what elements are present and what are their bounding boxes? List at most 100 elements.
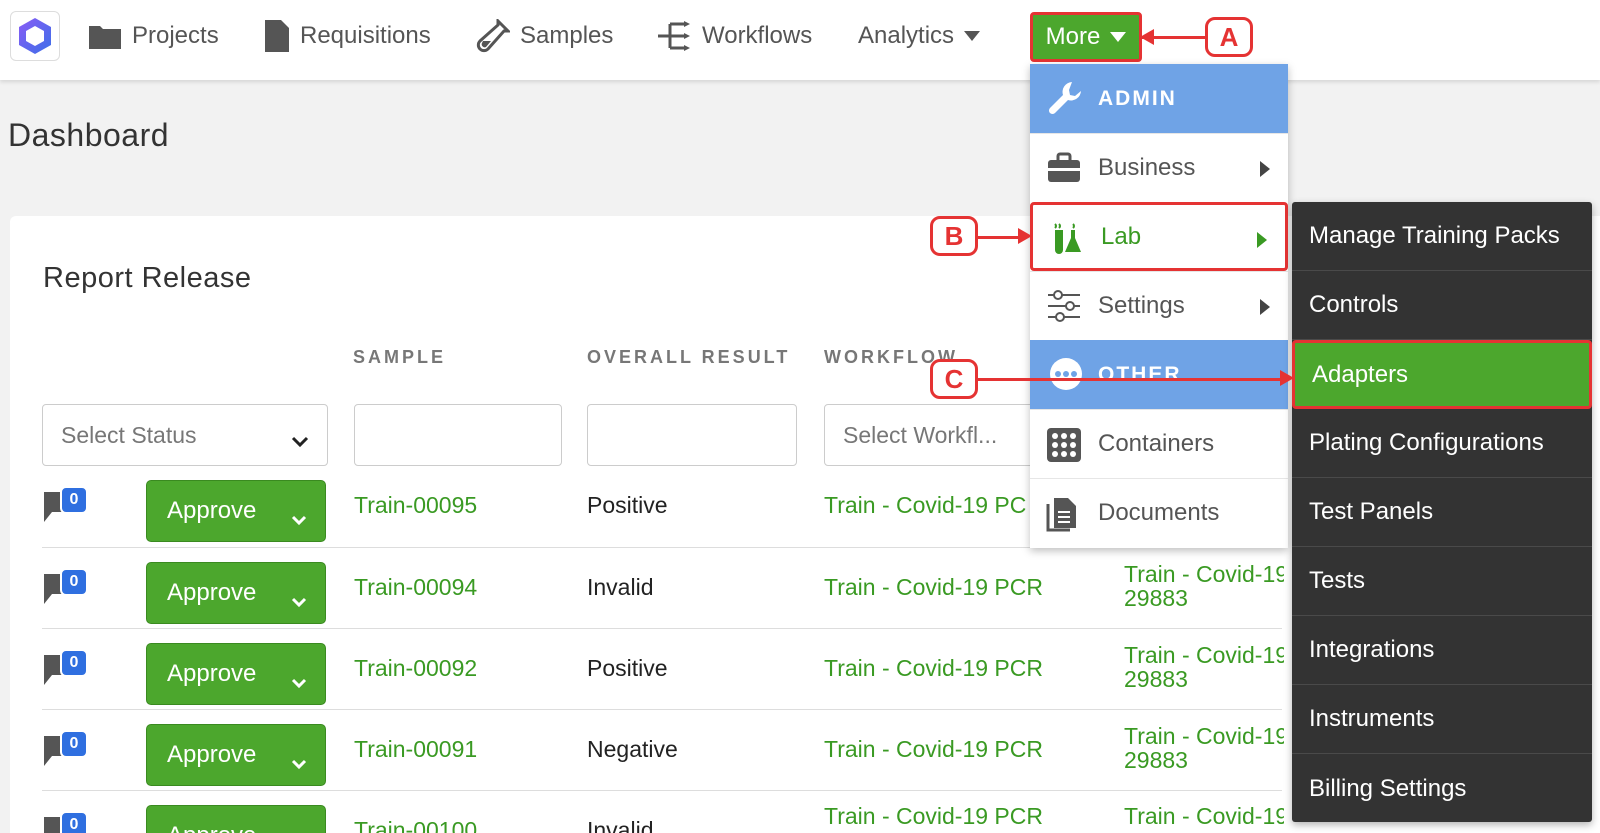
menu-item-settings[interactable]: Settings bbox=[1030, 271, 1288, 340]
documents-icon bbox=[1046, 496, 1078, 539]
callout-c-line bbox=[978, 378, 1288, 381]
callout-a: A bbox=[1205, 17, 1253, 57]
nav-samples[interactable]: Samples bbox=[476, 18, 613, 54]
overall-result: Positive bbox=[587, 655, 668, 681]
nav-projects-label: Projects bbox=[132, 22, 219, 49]
nav-projects[interactable]: Projects bbox=[88, 18, 219, 54]
chevron-down-icon bbox=[291, 587, 307, 615]
sample-link[interactable]: Train-00100 bbox=[354, 817, 477, 833]
status-filter-placeholder: Select Status bbox=[61, 421, 197, 448]
menu-item-documents[interactable]: Documents bbox=[1030, 478, 1288, 547]
sample-link[interactable]: Train-00091 bbox=[354, 736, 477, 763]
comment-count-badge: 0 bbox=[60, 730, 88, 758]
menu-item-business-label: Business bbox=[1098, 154, 1196, 181]
submenu-item-billing-settings[interactable]: Billing Settings bbox=[1292, 754, 1592, 823]
overall-result: Positive bbox=[587, 492, 668, 518]
comment-button[interactable]: 0 bbox=[42, 805, 92, 833]
sample-link[interactable]: Train-00092 bbox=[354, 655, 477, 682]
menu-item-containers-label: Containers bbox=[1098, 430, 1215, 457]
submenu-item-adapters[interactable]: Adapters bbox=[1292, 340, 1592, 409]
nav-requisitions[interactable]: Requisitions bbox=[264, 18, 431, 54]
sample-filter-input[interactable] bbox=[354, 404, 562, 466]
comment-button[interactable]: 0 bbox=[42, 643, 92, 691]
overall-result-filter-input[interactable] bbox=[587, 404, 797, 466]
overall-result: Negative bbox=[587, 736, 678, 762]
approve-label: Approve bbox=[167, 497, 257, 524]
approve-button[interactable]: Approve bbox=[146, 480, 326, 542]
comment-button[interactable]: 0 bbox=[42, 724, 92, 772]
menu-item-business[interactable]: Business bbox=[1030, 133, 1288, 202]
other-header-label: OTHER bbox=[1098, 362, 1182, 386]
menu-item-documents-label: Documents bbox=[1098, 499, 1220, 526]
table-row: 0 Approve Train-00100 Invalid Train - Co… bbox=[42, 790, 1284, 833]
project-link[interactable]: Train - Covid-19 29883 bbox=[1124, 643, 1284, 691]
approve-button[interactable]: Approve bbox=[146, 562, 326, 624]
workflow-icon bbox=[656, 19, 692, 53]
card-title: Report Release bbox=[43, 262, 252, 294]
workflow-link[interactable]: Train - Covid-19 PCR bbox=[824, 574, 1043, 601]
app-logo[interactable] bbox=[10, 11, 60, 61]
approve-button[interactable]: Approve bbox=[146, 805, 326, 833]
menu-item-containers[interactable]: Containers bbox=[1030, 409, 1288, 478]
submenu-item-tests[interactable]: Tests bbox=[1292, 547, 1592, 616]
wrench-icon bbox=[1048, 80, 1084, 122]
workflow-link[interactable]: Train - Covid-19 PCR bbox=[824, 803, 1043, 830]
admin-section-header: ADMIN bbox=[1030, 64, 1288, 133]
callout-b: B bbox=[930, 216, 978, 256]
project-name: Train - Covid-19 bbox=[1124, 562, 1284, 587]
more-dropdown-menu: ADMIN Business Lab Settings OTHER Contai… bbox=[1030, 64, 1288, 548]
document-icon bbox=[264, 19, 290, 53]
project-link[interactable]: Train - Covid-19 29883 bbox=[1124, 562, 1284, 610]
workflow-filter-select[interactable]: Select Workfl... bbox=[824, 404, 1034, 466]
caret-down-icon bbox=[1110, 32, 1127, 42]
submenu-item-integrations[interactable]: Integrations bbox=[1292, 616, 1592, 685]
table-row: 0 Approve Train-00091 Negative Train - C… bbox=[42, 709, 1284, 790]
project-id: 29883 bbox=[1124, 666, 1188, 691]
submenu-item-controls[interactable]: Controls bbox=[1292, 271, 1592, 340]
more-dots-icon bbox=[1048, 356, 1084, 398]
callout-c: C bbox=[930, 359, 978, 399]
submenu-item-plating-configurations[interactable]: Plating Configurations bbox=[1292, 409, 1592, 478]
nav-workflows[interactable]: Workflows bbox=[656, 18, 812, 54]
table-row: 0 Approve Train-00092 Positive Train - C… bbox=[42, 628, 1284, 709]
nav-requisitions-label: Requisitions bbox=[300, 22, 431, 49]
page-title: Dashboard bbox=[8, 117, 170, 153]
column-header-sample: SAMPLE bbox=[353, 347, 447, 367]
chevron-down-icon bbox=[291, 668, 307, 696]
nav-analytics-label: Analytics bbox=[858, 22, 955, 49]
nav-workflows-label: Workflows bbox=[702, 22, 813, 49]
menu-item-lab[interactable]: Lab bbox=[1030, 202, 1288, 271]
workflow-link[interactable]: Train - Covid-19 PCR bbox=[824, 655, 1043, 682]
approve-button[interactable]: Approve bbox=[146, 643, 326, 705]
project-name: Train - Covid-19 bbox=[1124, 643, 1284, 668]
chevron-down-icon bbox=[291, 749, 307, 777]
submenu-item-test-panels[interactable]: Test Panels bbox=[1292, 478, 1592, 547]
submenu-item-manage-training-packs[interactable]: Manage Training Packs bbox=[1292, 202, 1592, 271]
more-menu-button[interactable]: More bbox=[1030, 12, 1142, 62]
workflow-filter-placeholder: Select Workfl... bbox=[843, 421, 998, 448]
comment-button[interactable]: 0 bbox=[42, 480, 92, 528]
chevron-down-icon bbox=[291, 427, 309, 454]
workflow-link[interactable]: Train - Covid-19 PCR bbox=[824, 736, 1043, 763]
project-link[interactable]: Train - Covid-19 29883 bbox=[1124, 724, 1284, 772]
project-id: 29883 bbox=[1124, 585, 1188, 610]
approve-button[interactable]: Approve bbox=[146, 724, 326, 786]
workflow-link[interactable]: Train - Covid-19 PC bbox=[824, 492, 1026, 519]
sample-link[interactable]: Train-00095 bbox=[354, 492, 477, 519]
menu-item-lab-label: Lab bbox=[1101, 222, 1142, 250]
callout-a-arrowhead bbox=[1140, 29, 1154, 45]
chevron-down-icon bbox=[291, 505, 307, 533]
sliders-icon bbox=[1046, 289, 1082, 330]
chevron-right-icon bbox=[1257, 232, 1267, 248]
sample-link[interactable]: Train-00094 bbox=[354, 574, 477, 601]
comment-count-badge: 0 bbox=[60, 811, 88, 833]
status-filter-select[interactable]: Select Status bbox=[42, 404, 328, 466]
top-navigation-bar: Projects Requisitions Samples Workflows … bbox=[0, 0, 1600, 80]
comment-button[interactable]: 0 bbox=[42, 562, 92, 610]
hexagon-logo-icon bbox=[19, 18, 51, 54]
submenu-item-instruments[interactable]: Instruments bbox=[1292, 685, 1592, 754]
project-link[interactable]: Train - Covid-19 bbox=[1124, 803, 1284, 830]
briefcase-icon bbox=[1046, 151, 1082, 192]
menu-item-settings-label: Settings bbox=[1098, 292, 1185, 319]
nav-analytics[interactable]: Analytics bbox=[858, 18, 981, 54]
